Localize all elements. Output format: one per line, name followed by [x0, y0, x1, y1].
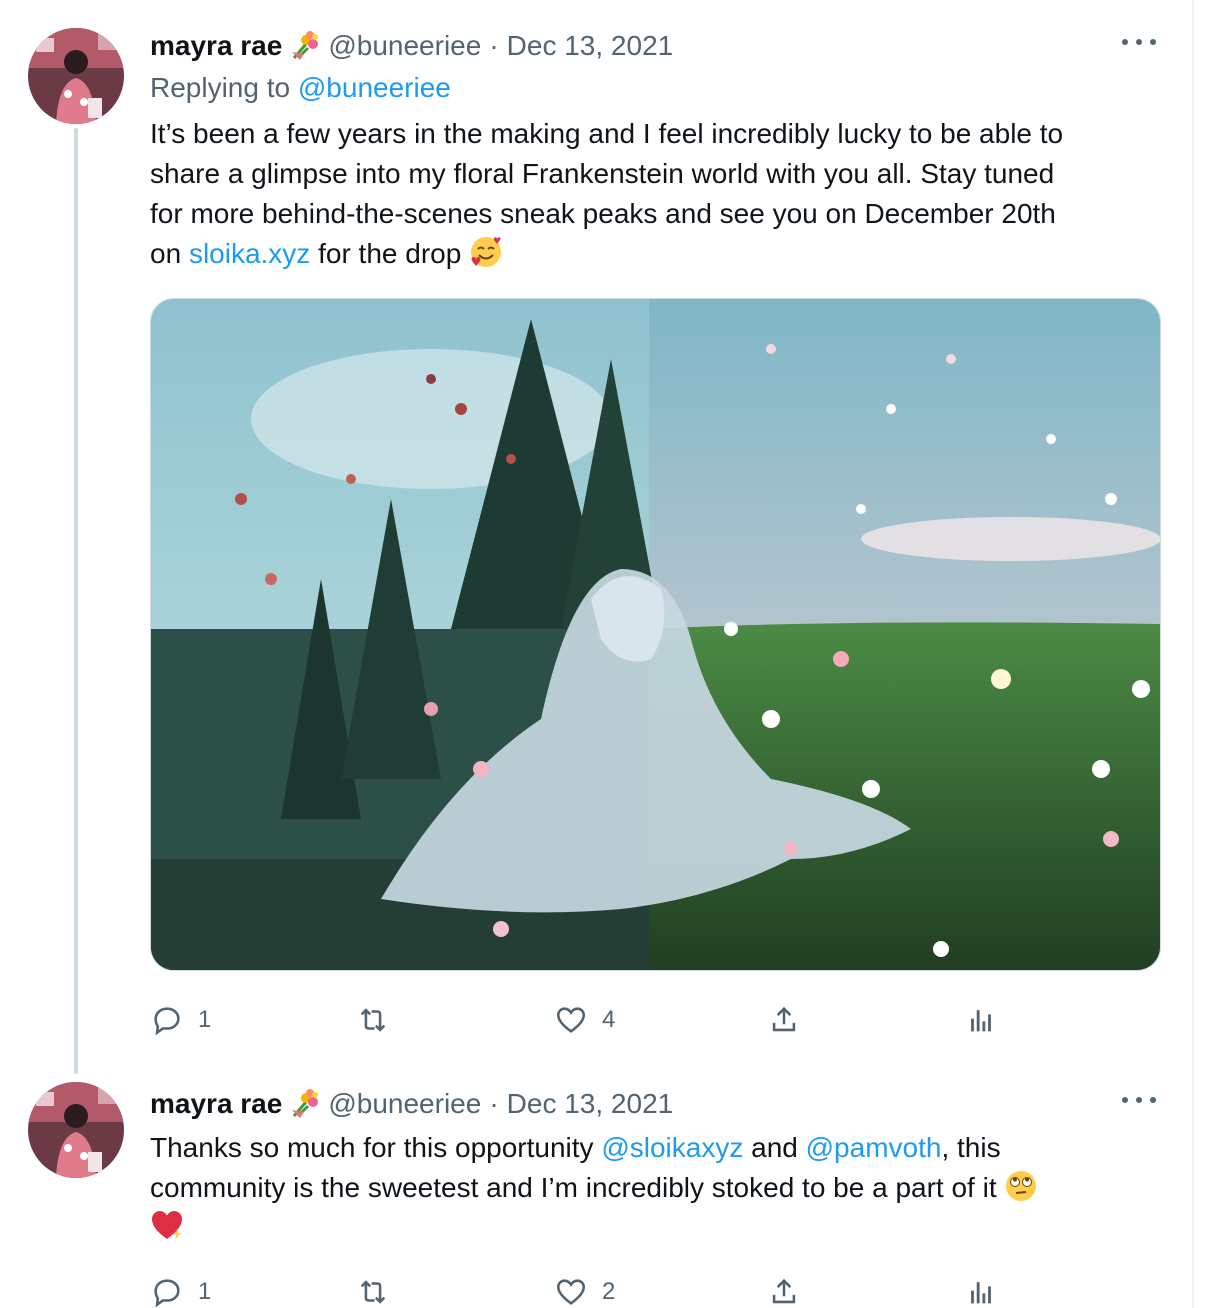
share-button[interactable]	[767, 1272, 801, 1308]
tweet-actions: 1 2	[150, 1272, 1050, 1308]
replying-prefix: Replying to	[150, 72, 291, 103]
dot	[1136, 39, 1142, 45]
separator: ·	[489, 30, 499, 61]
mention-link[interactable]: @pamvoth	[806, 1132, 942, 1163]
analytics-icon	[971, 1282, 991, 1304]
dot	[1150, 39, 1156, 45]
reply-button[interactable]: 1	[150, 1000, 211, 1040]
tweet-text-line: on sloika.xyz for the drop	[150, 234, 1150, 274]
mention-link[interactable]: @sloikaxyz	[601, 1132, 743, 1163]
avatar-photo-icon	[28, 28, 124, 124]
handle[interactable]: @buneeriee	[328, 30, 481, 62]
like-button[interactable]: 2	[554, 1272, 615, 1308]
dot	[1136, 1097, 1142, 1103]
separator: ·	[489, 1088, 499, 1119]
tweet-header: mayra rae @buneeriee · Dec 13, 2021	[150, 1086, 673, 1122]
handle[interactable]: @buneeriee	[328, 1088, 481, 1120]
timeline-border	[1192, 0, 1194, 1308]
text-fragment: on	[150, 238, 182, 269]
retweet-icon	[360, 1280, 386, 1304]
tweet-text-line: Thanks so much for this opportunity @slo…	[150, 1128, 1150, 1168]
sparkling-heart-icon	[152, 1211, 182, 1239]
smiling-face-with-hearts-icon	[471, 237, 502, 267]
avatar[interactable]	[28, 1082, 124, 1178]
heart-icon	[556, 1007, 586, 1033]
tweet-text-line: community is the sweetest and I’m incred…	[150, 1168, 1150, 1208]
share-button[interactable]	[767, 1000, 801, 1040]
display-name[interactable]: mayra rae	[150, 30, 282, 62]
more-options-icon[interactable]	[1122, 32, 1156, 52]
text-fragment: , this	[941, 1132, 1001, 1163]
dot	[1122, 39, 1128, 45]
text-fragment: and	[751, 1132, 798, 1163]
heart-icon	[556, 1279, 586, 1305]
url-link[interactable]: sloika.xyz	[189, 238, 310, 269]
tweet-header: mayra rae @buneeriee · Dec 13, 2021	[150, 28, 673, 64]
text-fragment: for the drop	[318, 238, 462, 269]
analytics-icon	[971, 1010, 991, 1032]
replying-mention-link[interactable]: @buneeriee	[298, 72, 451, 103]
reply-button[interactable]: 1	[150, 1272, 211, 1308]
analytics-button[interactable]	[964, 1000, 998, 1040]
media-image[interactable]	[150, 298, 1161, 971]
share-icon	[772, 1278, 796, 1304]
avatar[interactable]	[28, 28, 124, 124]
tweet-1[interactable]: mayra rae @buneeriee · Dec 13, 2021 Repl…	[0, 28, 1190, 1048]
dot	[1150, 1097, 1156, 1103]
share-icon	[772, 1006, 796, 1032]
like-count: 2	[602, 1278, 616, 1305]
like-button[interactable]: 4	[554, 1000, 615, 1040]
more-options-icon[interactable]	[1122, 1090, 1156, 1110]
tweet-2[interactable]: mayra rae @buneeriee · Dec 13, 2021 Than…	[0, 1082, 1190, 1308]
tweet-text-line	[150, 1208, 1150, 1248]
text-fragment: community is the sweetest and I’m incred…	[150, 1172, 997, 1203]
reply-icon	[154, 1007, 180, 1036]
face-with-rolling-eyes-icon	[1006, 1171, 1037, 1201]
reply-count: 1	[198, 1006, 212, 1033]
tweet-text: It’s been a few years in the making and …	[150, 114, 1150, 274]
bouquet-icon	[292, 31, 319, 60]
analytics-button[interactable]	[964, 1272, 998, 1308]
retweet-icon	[360, 1008, 386, 1032]
like-count: 4	[602, 1006, 616, 1033]
bouquet-icon	[292, 1089, 319, 1118]
timestamp[interactable]: Dec 13, 2021	[507, 1088, 674, 1120]
dot	[1122, 1097, 1128, 1103]
tweet-text-line: for more behind-the-scenes sneak peaks a…	[150, 198, 1056, 229]
timestamp[interactable]: Dec 13, 2021	[507, 30, 674, 62]
tweet-text: Thanks so much for this opportunity @slo…	[150, 1128, 1150, 1248]
avatar-photo-icon	[28, 1082, 124, 1178]
tweet-text-line: share a glimpse into my floral Frankenst…	[150, 158, 1055, 189]
display-name[interactable]: mayra rae	[150, 1088, 282, 1120]
replying-to: Replying to @buneeriee	[150, 72, 451, 104]
tweet-actions: 1 4	[150, 1000, 1050, 1040]
text-fragment: Thanks so much for this opportunity	[150, 1132, 594, 1163]
reply-count: 1	[198, 1278, 212, 1305]
retweet-button[interactable]	[356, 1272, 390, 1308]
woman-in-white-dress-with-flowers-icon	[151, 299, 1160, 970]
reply-icon	[154, 1279, 180, 1308]
retweet-button[interactable]	[356, 1000, 390, 1040]
tweet-text-line: It’s been a few years in the making and …	[150, 118, 1064, 149]
